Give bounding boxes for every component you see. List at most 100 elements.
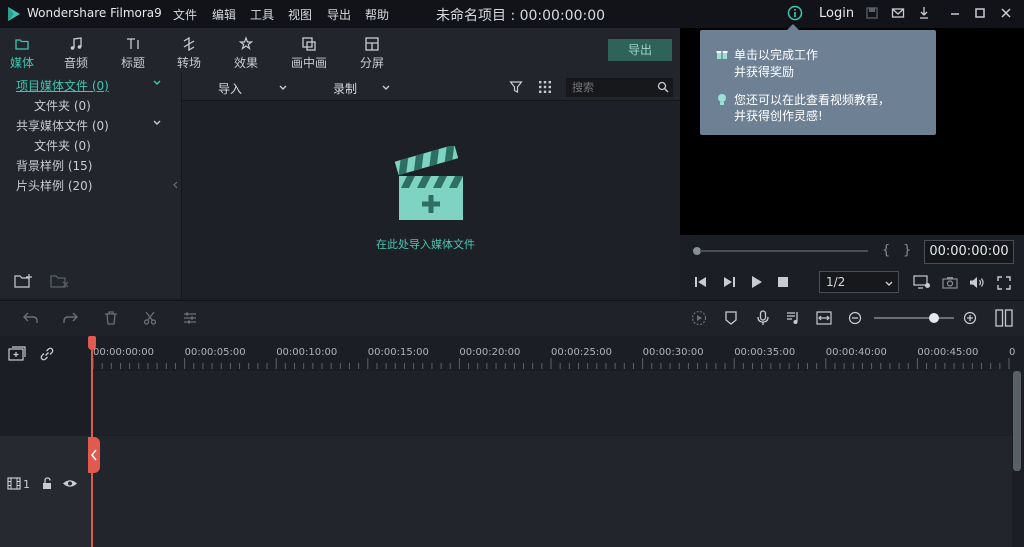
timeline-track-1[interactable]	[90, 436, 1012, 547]
zoom-in-icon[interactable]	[963, 311, 977, 325]
filter-icon[interactable]	[509, 80, 523, 94]
playhead-handle[interactable]	[88, 336, 96, 350]
menu-help[interactable]: 帮助	[365, 6, 389, 23]
mark-in-icon[interactable]: {	[882, 243, 890, 258]
track-number: 1	[23, 478, 30, 491]
undo-icon[interactable]	[23, 311, 39, 325]
tab-effects[interactable]: 效果	[224, 36, 268, 71]
tree-item-shared-media[interactable]: 共享媒体文件 (0)	[16, 117, 109, 134]
timeline-track-upper[interactable]	[90, 371, 1012, 435]
fullscreen-icon[interactable]	[997, 276, 1011, 290]
minimize-icon[interactable]	[949, 6, 961, 20]
zoom-slider-knob[interactable]	[929, 313, 939, 323]
tab-split-screen[interactable]: 分屏	[350, 36, 394, 71]
tree-item-intros[interactable]: 片头样例 (20)	[16, 177, 92, 194]
display-settings-icon[interactable]	[913, 275, 931, 289]
track-1-header	[0, 436, 90, 547]
gift-icon	[716, 48, 728, 60]
chevron-down-icon[interactable]	[381, 83, 391, 93]
export-button[interactable]: 导出	[608, 39, 672, 61]
delete-icon[interactable]	[104, 311, 118, 325]
vertical-scrollbar[interactable]	[1013, 371, 1021, 471]
marker-icon[interactable]	[724, 310, 738, 326]
menu-edit[interactable]: 编辑	[212, 6, 236, 23]
ruler-label: 0	[1009, 347, 1016, 358]
menu-tools[interactable]: 工具	[250, 6, 274, 23]
eye-visibility-icon[interactable]	[62, 478, 78, 489]
render-icon[interactable]	[691, 310, 707, 326]
login-link[interactable]: Login	[819, 6, 854, 21]
stop-icon[interactable]	[777, 277, 789, 288]
tab-media[interactable]: 媒体	[0, 36, 44, 71]
tab-audio[interactable]: 音频	[54, 36, 98, 71]
menu-file[interactable]: 文件	[173, 6, 197, 23]
import-dropdown[interactable]: 导入	[218, 80, 242, 97]
fit-timeline-icon[interactable]	[816, 311, 832, 325]
menu-view[interactable]: 视图	[288, 6, 312, 23]
chevron-down-icon[interactable]	[152, 78, 162, 88]
transition-icon	[167, 36, 211, 54]
tree-item-folder[interactable]: 文件夹 (0)	[34, 97, 91, 114]
menu-export[interactable]: 导出	[327, 6, 351, 23]
cut-scissors-icon[interactable]	[143, 311, 157, 325]
add-track-icon[interactable]	[8, 346, 26, 362]
progress-track[interactable]	[700, 250, 868, 252]
microphone-icon[interactable]	[756, 310, 770, 326]
maximize-icon[interactable]	[974, 6, 986, 20]
import-hint: 在此处导入媒体文件	[376, 238, 475, 251]
ruler-label: 00:00:40:00	[825, 347, 887, 358]
tab-titles[interactable]: 标题	[111, 36, 155, 71]
info-icon[interactable]	[787, 5, 803, 21]
grid-view-icon[interactable]	[538, 80, 552, 94]
filmora-logo-icon	[7, 6, 21, 22]
mail-icon[interactable]	[891, 6, 905, 20]
ruler-label: 00:00:30:00	[642, 347, 704, 358]
unlock-icon[interactable]	[41, 477, 53, 490]
panel-layout-icon[interactable]	[995, 309, 1013, 327]
play-icon[interactable]	[750, 276, 764, 288]
title-text-icon	[111, 36, 155, 54]
tooltip-line3: 您还可以在此查看视频教程，	[734, 93, 891, 107]
ruler-label: 00:00:25:00	[551, 347, 613, 358]
tree-item-shared-folder[interactable]: 文件夹 (0)	[34, 137, 91, 154]
ruler-label: 00:00:20:00	[459, 347, 521, 358]
adjust-sliders-icon[interactable]	[183, 311, 197, 325]
app-name: Wondershare Filmora9	[27, 6, 162, 20]
chevron-down-icon[interactable]	[152, 118, 162, 128]
tab-label: 音频	[63, 56, 88, 70]
chevron-down-icon[interactable]	[278, 83, 288, 93]
download-icon[interactable]	[917, 6, 931, 20]
tab-label: 分屏	[359, 56, 384, 70]
record-dropdown[interactable]: 录制	[333, 80, 357, 97]
delete-folder-icon[interactable]	[50, 273, 70, 289]
collapse-arrow-icon[interactable]	[173, 181, 179, 189]
ruler-label: 00:00:15:00	[367, 347, 429, 358]
mark-out-icon[interactable]: }	[903, 243, 911, 258]
snapshot-camera-icon[interactable]	[942, 276, 958, 289]
pip-icon	[282, 36, 336, 54]
tree-item-project-media[interactable]: 项目媒体文件 (0)	[16, 77, 109, 94]
music-note-icon	[54, 36, 98, 54]
ruler-label: 00:00:45:00	[917, 347, 979, 358]
tree-item-backgrounds[interactable]: 背景样例 (15)	[16, 157, 92, 174]
playhead-drag-tab[interactable]	[88, 437, 100, 473]
ruler-label: 00:00:35:00	[734, 347, 796, 358]
volume-icon[interactable]	[969, 276, 985, 289]
split-screen-icon	[350, 36, 394, 54]
zoom-out-icon[interactable]	[848, 311, 862, 325]
ruler-label: 00:00:05:00	[184, 347, 246, 358]
clapperboard-add-icon[interactable]	[395, 146, 465, 222]
zoom-slider-track[interactable]	[874, 317, 954, 319]
chevron-down-icon[interactable]	[884, 279, 894, 289]
new-folder-icon[interactable]	[14, 273, 34, 289]
close-icon[interactable]	[1000, 6, 1012, 20]
audio-mixer-icon[interactable]	[786, 310, 800, 326]
link-icon[interactable]	[39, 346, 55, 362]
tab-pip[interactable]: 画中画	[282, 36, 336, 71]
search-icon[interactable]	[657, 81, 669, 93]
redo-icon[interactable]	[62, 311, 78, 325]
skip-back-icon[interactable]	[694, 276, 708, 288]
save-icon[interactable]	[865, 6, 879, 20]
tab-transitions[interactable]: 转场	[167, 36, 211, 71]
play-frame-icon[interactable]	[722, 276, 736, 288]
